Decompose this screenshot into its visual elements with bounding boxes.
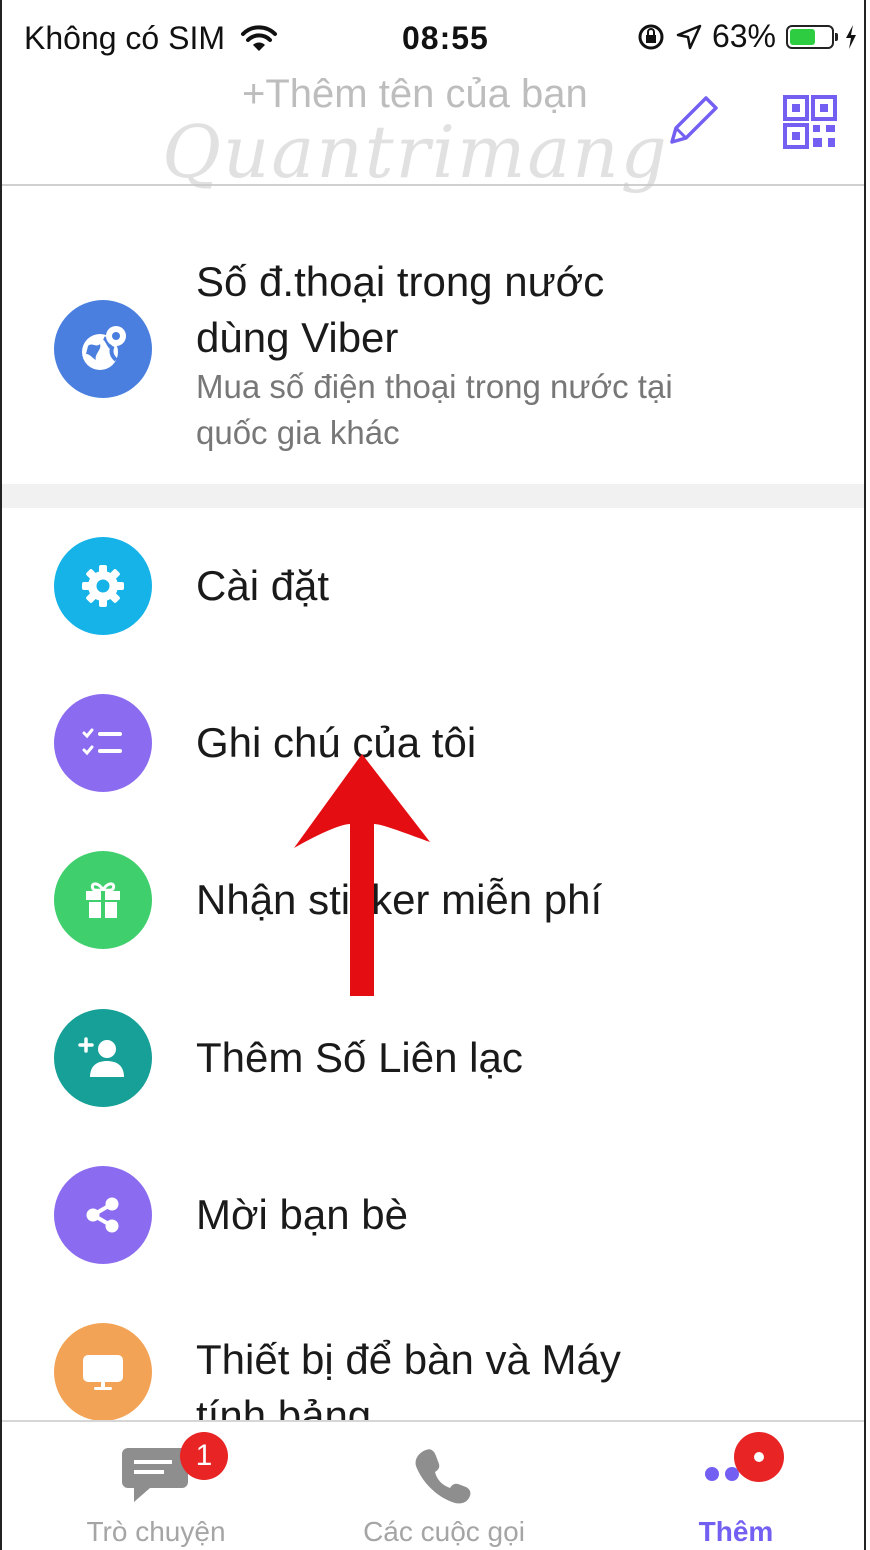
red-annotation-arrow <box>294 754 430 996</box>
local-number-title-2: dùng Viber <box>196 314 399 361</box>
viber-more-screen: Không có SIM 08:55 63% +Thêm tên của bạn… <box>0 0 866 1550</box>
wifi-icon <box>241 24 277 51</box>
battery-level <box>790 28 816 45</box>
gear-icon <box>54 537 152 635</box>
qr-code-icon[interactable] <box>782 94 838 150</box>
menu-label-add-contact: Thêm Số Liên lạc <box>196 1034 523 1081</box>
tab-more[interactable]: Thêm <box>616 1422 856 1550</box>
local-number-item[interactable]: Số đ.thoại trong nước dùng Viber Mua số … <box>2 240 864 480</box>
menu-item-invite-friends[interactable]: Mời bạn bè <box>2 1137 864 1293</box>
status-time: 08:55 <box>402 20 489 56</box>
tab-chats[interactable]: 1 Trò chuyện <box>36 1422 276 1550</box>
checklist-icon <box>54 694 152 792</box>
edit-pencil-icon[interactable] <box>662 92 722 152</box>
globe-pin-icon <box>54 300 152 398</box>
phone-icon <box>415 1449 471 1504</box>
charging-bolt-icon <box>846 24 856 49</box>
bottom-tab-bar: 1 Trò chuyện Các cuộc gọi Thêm <box>2 1420 864 1550</box>
watermark-logo: Quantrimang <box>162 110 669 194</box>
menu-item-desktop-tablet[interactable]: Thiết bị để bàn và Máy tính bảng <box>2 1294 864 1439</box>
tab-label-more: Thêm <box>698 1516 774 1547</box>
menu-item-settings[interactable]: Cài đặt <box>2 508 864 664</box>
gift-icon <box>54 851 152 949</box>
status-bar: Không có SIM 08:55 63% <box>2 0 864 72</box>
menu-item-free-stickers[interactable]: Nhận sticker miễn phí <box>2 822 864 978</box>
menu-item-my-notes[interactable]: Ghi chú của tôi <box>2 665 864 821</box>
chat-unread-badge: 1 <box>180 1432 228 1480</box>
menu-item-add-contact[interactable]: Thêm Số Liên lạc <box>2 980 864 1136</box>
battery-icon <box>786 24 838 49</box>
carrier-label: Không có SIM <box>24 20 225 56</box>
profile-header: +Thêm tên của bạn Quantrimang <box>2 72 864 194</box>
local-number-sub-2: quốc gia khác <box>196 414 400 451</box>
local-number-sub-1: Mua số điện thoại trong nước tại <box>196 368 673 405</box>
location-arrow-icon <box>676 24 702 49</box>
orientation-lock-icon <box>638 24 664 49</box>
section-divider <box>2 484 864 508</box>
battery-percent: 63% <box>711 18 776 54</box>
share-icon <box>54 1166 152 1264</box>
menu-label-settings: Cài đặt <box>196 562 330 609</box>
tab-calls[interactable]: Các cuộc gọi <box>324 1422 564 1550</box>
menu-label-invite-friends: Mời bạn bè <box>196 1191 408 1238</box>
tab-label-chats: Trò chuyện <box>86 1516 226 1547</box>
monitor-icon <box>54 1323 152 1421</box>
menu-label-desktop-1: Thiết bị để bàn và Máy <box>196 1336 621 1383</box>
tab-label-calls: Các cuộc gọi <box>363 1516 525 1547</box>
add-contact-icon <box>54 1009 152 1107</box>
more-notification-badge <box>734 1432 784 1482</box>
local-number-title-1: Số đ.thoại trong nước <box>196 258 605 305</box>
